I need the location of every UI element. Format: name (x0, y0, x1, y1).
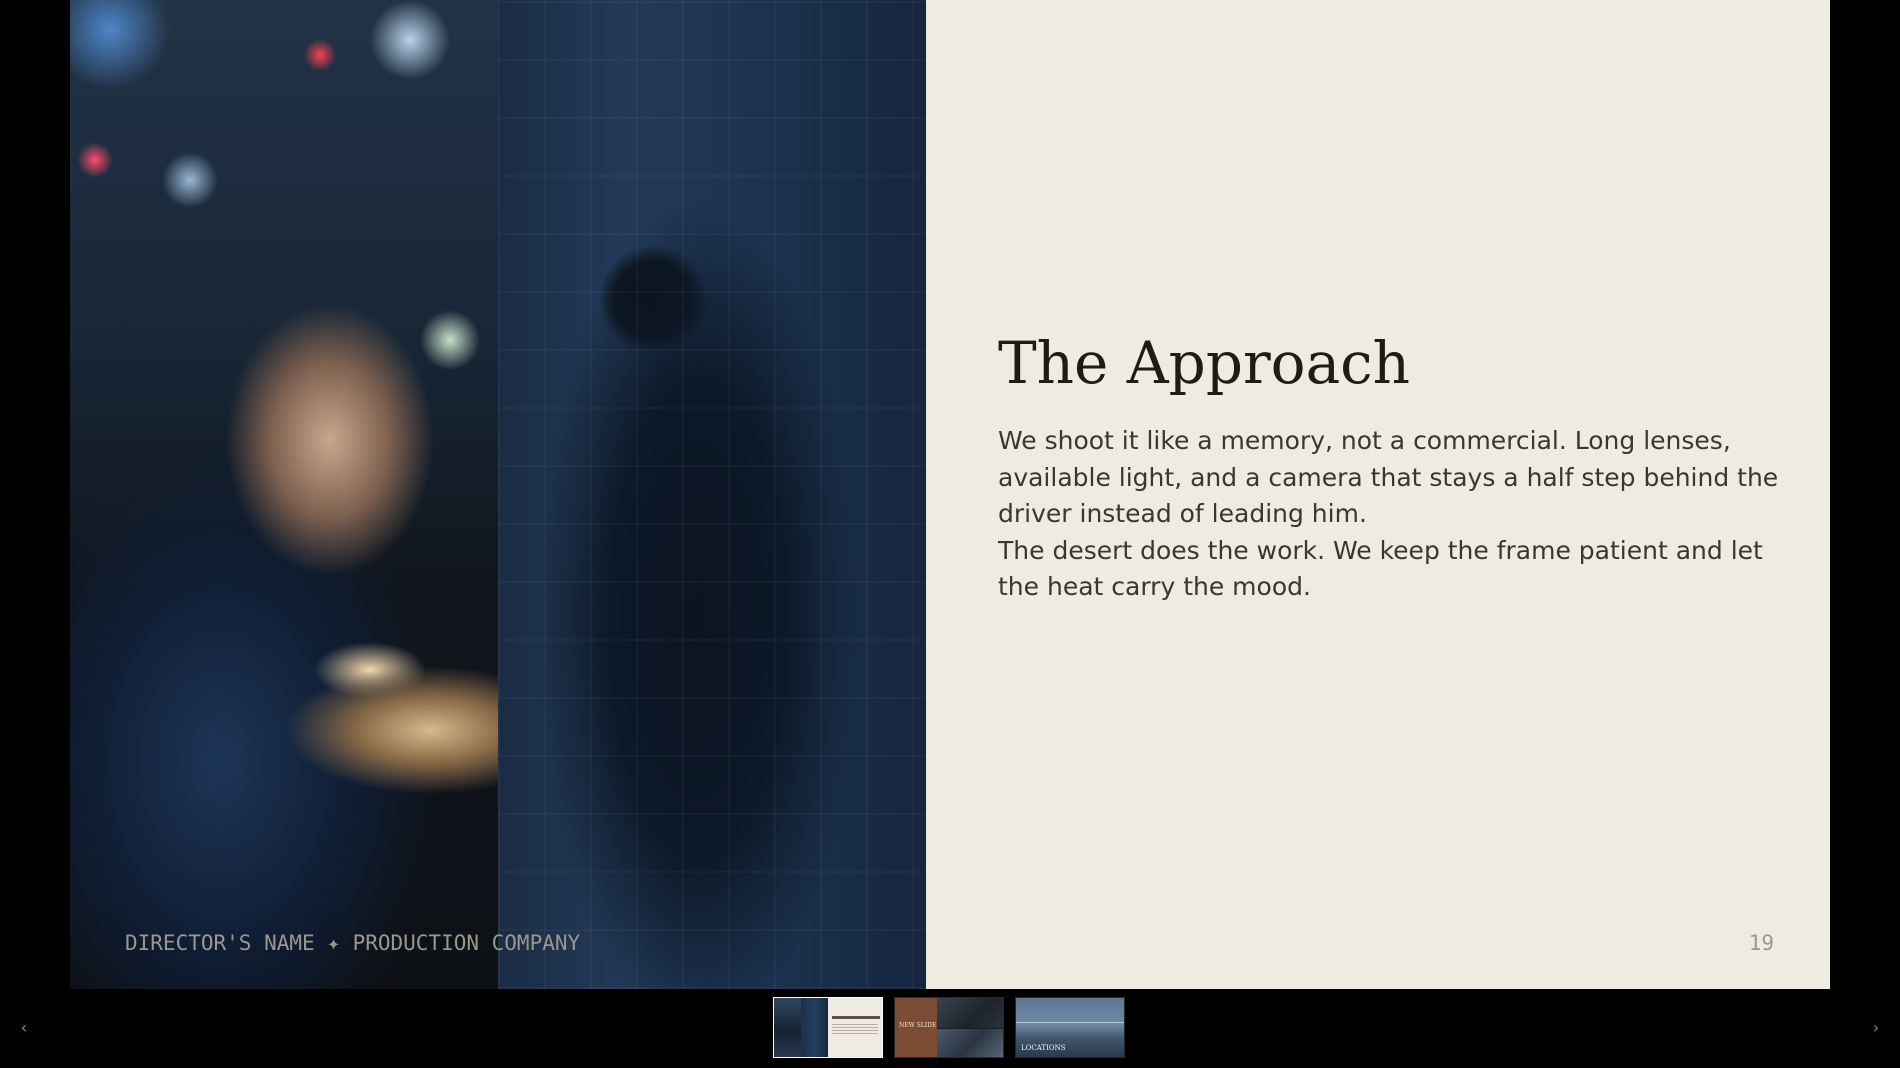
thumbnail-locations[interactable]: LOCATIONS (1015, 997, 1125, 1058)
slide-body-paragraph-2: The desert does the work. We keep the fr… (998, 535, 1763, 602)
thumbnail-the-approach[interactable] (773, 997, 883, 1058)
thumbnail-label: NEW SLIDE (899, 1022, 937, 1029)
slide-page-number: 19 (1748, 931, 1774, 955)
chevron-right-icon[interactable]: › (1866, 1014, 1886, 1042)
slide-thumbnail-strip: NEW SLIDE LOCATIONS (773, 997, 1127, 1060)
chevron-left-icon[interactable]: ‹ (14, 1014, 34, 1042)
slide-photo-diner-man (70, 0, 498, 989)
slide-body: We shoot it like a memory, not a commerc… (998, 423, 1798, 606)
slide-photo-man-on-balcony (498, 0, 926, 989)
current-slide: The Approach We shoot it like a memory, … (70, 0, 1830, 989)
thumbnail-label: LOCATIONS (1021, 1044, 1066, 1052)
thumbnail-new-slide[interactable]: NEW SLIDE (894, 997, 1004, 1058)
slide-title: The Approach (998, 329, 1411, 397)
slide-body-paragraph-1: We shoot it like a memory, not a commerc… (998, 426, 1779, 528)
presentation-viewer: The Approach We shoot it like a memory, … (0, 0, 1900, 1068)
thumbnail-title-mark (832, 1016, 880, 1019)
slide-footer-credit: DIRECTOR'S NAME ✦ PRODUCTION COMPANY (125, 931, 581, 955)
